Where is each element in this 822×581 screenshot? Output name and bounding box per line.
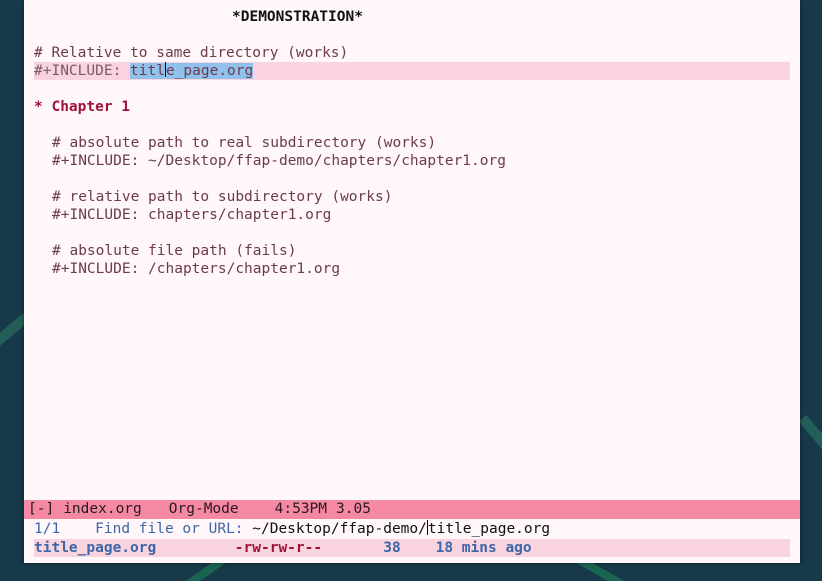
candidate-size: 38	[383, 540, 401, 556]
include-line[interactable]: #+INCLUDE: ~/Desktop/ffap-demo/chapters/…	[34, 152, 790, 170]
selected-region-rest[interactable]: e_page.org	[165, 63, 254, 79]
document-title: *DEMONSTRATION*	[232, 9, 363, 25]
buffer-status: [-]	[28, 501, 55, 517]
minibuffer[interactable]: 1/1 Find file or URL: ~/Desktop/ffap-dem…	[34, 520, 790, 538]
candidate-modified: 18 mins ago	[435, 540, 532, 556]
emacs-window[interactable]: *DEMONSTRATION* # Relative to same direc…	[24, 0, 800, 563]
completion-candidate[interactable]: title_page.org -rw-rw-r-- 38 18 mins ago	[34, 539, 790, 557]
current-line[interactable]: #+INCLUDE: title_page.org	[34, 62, 790, 80]
mode-line[interactable]: [-] index.org Org-Mode 4:53PM 3.05	[24, 500, 800, 519]
candidate-count: 1/1	[34, 521, 61, 537]
desktop-decoration	[798, 414, 822, 476]
comment-line: # absolute file path (fails)	[52, 243, 297, 259]
selected-region[interactable]: titl	[130, 63, 165, 79]
candidate-file[interactable]: title_page.org	[34, 540, 156, 556]
comment-line: # relative path to subdirectory (works)	[52, 189, 393, 205]
buffer-name[interactable]: index.org	[63, 500, 142, 519]
include-keyword: #+INCLUDE:	[34, 63, 131, 79]
org-heading[interactable]: * Chapter 1	[34, 98, 790, 116]
include-line[interactable]: #+INCLUDE: /chapters/chapter1.org	[34, 260, 790, 278]
candidate-permissions: -rw-rw-r--	[234, 540, 323, 556]
include-line[interactable]: #+INCLUDE: chapters/chapter1.org	[34, 206, 790, 224]
major-mode[interactable]: Org-Mode	[169, 500, 239, 519]
minibuffer-input-file[interactable]: title_page.org	[428, 521, 550, 537]
comment-line: # Relative to same directory (works)	[34, 45, 349, 61]
clock-time: 4:53PM	[274, 501, 328, 517]
load-average: 3.05	[336, 501, 371, 517]
comment-line: # absolute path to real subdirectory (wo…	[52, 135, 437, 151]
editor-buffer[interactable]: *DEMONSTRATION* # Relative to same direc…	[34, 8, 790, 498]
minibuffer-input-dir[interactable]: ~/Desktop/ffap-demo/	[252, 521, 427, 537]
minibuffer-prompt: Find file or URL:	[95, 521, 253, 537]
